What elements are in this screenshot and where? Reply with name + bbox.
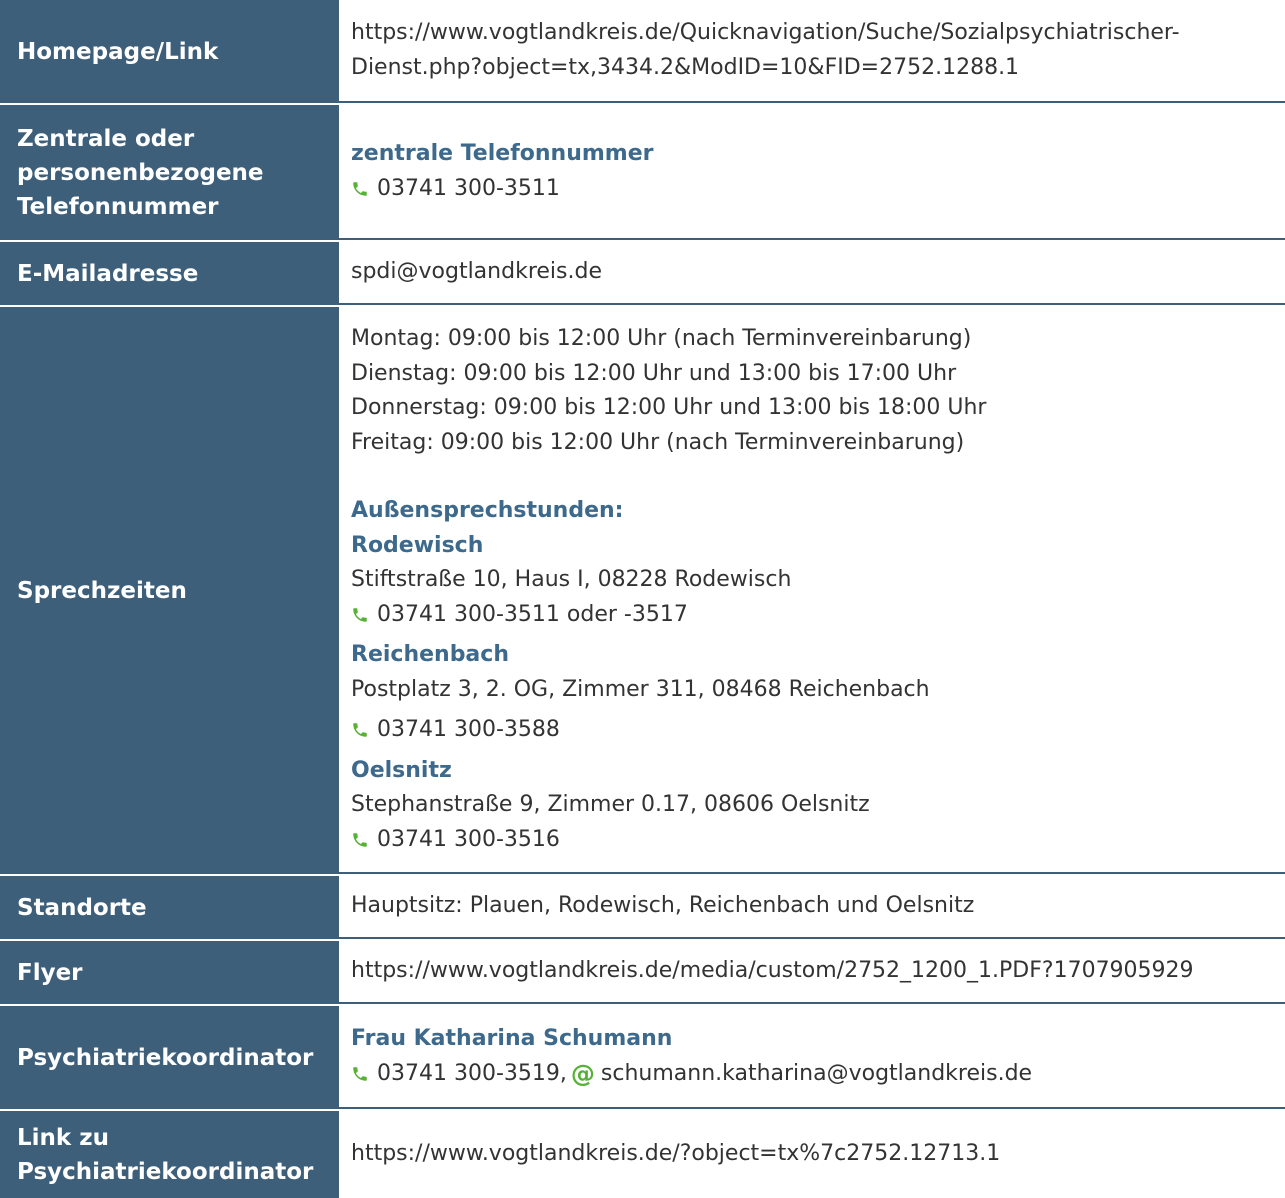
phone-icon [353,1067,367,1081]
hours-line: Montag: 09:00 bis 12:00 Uhr (nach Termin… [351,326,972,351]
phone-icon [353,723,367,737]
row-label-text: Zentrale oder [17,125,195,152]
row-flyer: Flyer https://www.vogtlandkreis.de/media… [0,941,1285,1004]
phone-number: 03741 300-3511 [377,175,560,201]
row-email: E-Mailadresse spdi@vogtlandkreis.de [0,242,1285,305]
row-label: Zentrale oder personenbezogene Telefonnu… [0,105,339,240]
row-label: Psychiatriekoordinator [0,1006,339,1109]
hours-line: Dienstag: 09:00 bis 12:00 Uhr und 13:00 … [351,360,957,386]
location-name: Oelsnitz [351,757,452,783]
section-heading: Außensprechstunden: [351,498,624,523]
row-label-text: Sprechzeiten [17,577,187,604]
row-label: Homepage/Link [0,0,339,103]
row-label-text: E-Mailadresse [17,260,199,287]
hours-line: Donnerstag: 09:00 bis 12:00 Uhr und 13:0… [351,395,987,420]
phone-number[interactable]: 03741 300-3519, [377,1057,567,1092]
phone-icon [353,833,367,847]
hours-line: Freitag: 09:00 bis 12:00 Uhr (nach Termi… [351,429,965,455]
link-line: https://www.vogtlandkreis.de/Quicknaviga… [351,20,1180,45]
row-sprechzeiten: Sprechzeiten Montag: 09:00 bis 12:00 Uhr… [0,307,1285,874]
at-icon: @ [570,1059,595,1088]
coordinator-name: Frau Katharina Schumann [351,1026,673,1051]
coordinator-link[interactable]: https://www.vogtlandkreis.de/?object=tx%… [351,1137,1275,1172]
phone-icon [353,608,367,622]
row-label-text: Psychiatriekoordinator [17,1044,314,1071]
homepage-link[interactable]: https://www.vogtlandkreis.de/Quicknaviga… [339,0,1285,103]
location-name: Reichenbach [351,642,509,667]
row-value: Frau Katharina Schumann 03741 300-3519, … [339,1006,1285,1109]
row-label-text: Link zu [17,1124,109,1151]
standorte-text: Hauptsitz: Plauen, Rodewisch, Reichenbac… [351,893,975,919]
location-address: Postplatz 3, 2. OG, Zimmer 311, 08468 Re… [351,676,930,702]
row-label: Link zu Psychiatriekoordinator [0,1111,339,1198]
row-label: E-Mailadresse [0,242,339,305]
phone-line[interactable]: 03741 300-3511 oder -3517 [351,598,1275,633]
phone-icon [353,182,367,196]
location-name: Rodewisch [351,532,484,558]
phone-number: 03741 300-3588 [377,717,560,742]
row-label-text: Flyer [17,959,83,986]
row-label: Sprechzeiten [0,307,339,874]
info-table: Homepage/Link https://www.vogtlandkreis.… [0,0,1285,1198]
row-label: Standorte [0,876,339,939]
phone-number: 03741 300-3511 oder -3517 [377,601,688,627]
email-address[interactable]: schumann.katharina@vogtlandkreis.de [601,1057,1032,1092]
row-value: Montag: 09:00 bis 12:00 Uhr (nach Termin… [339,307,1285,874]
email-address[interactable]: spdi@vogtlandkreis.de [351,255,1275,290]
row-label-text: Homepage/Link [17,38,219,65]
row-label-text: Telefonnummer [17,193,219,220]
row-label-text: Psychiatriekoordinator [17,1158,314,1185]
row-value: Hauptsitz: Plauen, Rodewisch, Reichenbac… [339,876,1285,939]
row-label-text: personenbezogene [17,159,264,186]
location-address: Stephanstraße 9, Zimmer 0.17, 08606 Oels… [351,792,870,817]
row-koordinator: Psychiatriekoordinator Frau Katharina Sc… [0,1006,1285,1109]
row-label: Flyer [0,941,339,1004]
contact-line: 03741 300-3519, @ schumann.katharina@vog… [351,1057,1275,1092]
phone-line[interactable]: 03741 300-3588 [351,713,1275,748]
phone-number: 03741 300-3516 [377,826,560,852]
row-label-text: Standorte [17,894,147,921]
row-standorte: Standorte Hauptsitz: Plauen, Rodewisch, … [0,876,1285,939]
section-heading: zentrale Telefonnummer [351,141,654,166]
row-koordinator-link: Link zu Psychiatriekoordinator https://w… [0,1111,1285,1198]
location-address: Stiftstraße 10, Haus I, 08228 Rodewisch [351,567,792,592]
phone-line[interactable]: 03741 300-3516 [351,823,1275,858]
row-value: https://www.vogtlandkreis.de/media/custo… [339,941,1285,1004]
phone-line[interactable]: 03741 300-3511 [351,172,1275,207]
row-value: spdi@vogtlandkreis.de [339,242,1285,305]
row-value: zentrale Telefonnummer 03741 300-3511 [339,105,1285,240]
flyer-link[interactable]: https://www.vogtlandkreis.de/media/custo… [351,954,1275,989]
row-telefon: Zentrale oder personenbezogene Telefonnu… [0,105,1285,240]
link-line: Dienst.php?object=tx,3434.2&ModID=10&FID… [351,54,1020,80]
row-value: https://www.vogtlandkreis.de/?object=tx%… [339,1111,1285,1198]
row-homepage: Homepage/Link https://www.vogtlandkreis.… [0,0,1285,103]
